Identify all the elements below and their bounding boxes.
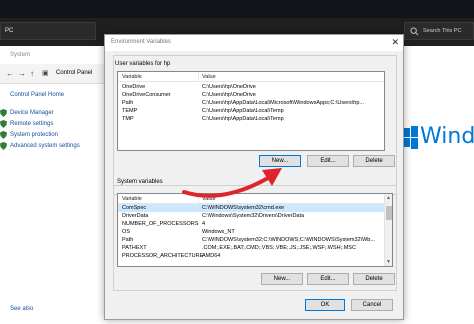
- cell-value: C:\Users\hp\OneDrive: [202, 92, 256, 98]
- cell-value: C:\WINDOWS\system32\cmd.exe: [202, 205, 285, 211]
- system-variables-list[interactable]: Variable Value ComSpec C:\WINDOWS\system3…: [117, 193, 393, 267]
- table-row[interactable]: PATHEXT .COM;.EXE;.BAT;.CMD;.VBS;.VBE;.JS…: [118, 244, 392, 252]
- breadcrumb[interactable]: Control Panel: [56, 70, 92, 76]
- cell-value: C:\WINDOWS\system32;C:\WINDOWS;C:\WINDOW…: [202, 237, 375, 243]
- shield-icon: [0, 120, 7, 128]
- search-input[interactable]: Search This PC: [404, 22, 474, 40]
- system-variables-label: System variables: [115, 179, 165, 185]
- cell-value: AMD64: [202, 253, 221, 259]
- shield-icon: [0, 109, 7, 117]
- annotation-arrow-icon: [182, 168, 282, 198]
- system-edit-button[interactable]: Edit...: [307, 273, 349, 285]
- cell-variable: TMP: [122, 116, 134, 122]
- cell-variable: PROCESSOR_ARCHITECTURE: [122, 253, 204, 259]
- navigation-row: ← → ↑ ▣ Control Panel: [0, 64, 108, 84]
- cell-variable: TEMP: [122, 108, 138, 114]
- cancel-button[interactable]: Cancel: [351, 299, 393, 311]
- table-row[interactable]: TEMP C:\Users\hp\AppData\Local\Temp: [118, 107, 384, 115]
- scrollbar-thumb[interactable]: [386, 206, 392, 220]
- remote-settings-link[interactable]: Remote settings: [0, 120, 54, 128]
- table-row[interactable]: OneDrive C:\Users\hp\OneDrive: [118, 83, 384, 91]
- up-icon[interactable]: ↑: [30, 69, 34, 78]
- table-row[interactable]: PROCESSOR_ARCHITECTURE AMD64: [118, 252, 392, 260]
- shield-icon: [0, 142, 7, 150]
- search-icon: [410, 27, 419, 36]
- link-label: System protection: [10, 132, 59, 138]
- window-title: System: [10, 52, 31, 58]
- table-row[interactable]: Path C:\WINDOWS\system32;C:\WINDOWS;C:\WI…: [118, 236, 392, 244]
- cell-value: C:\Users\hp\AppData\Local\Microsoft\Wind…: [202, 100, 365, 106]
- address-bar[interactable]: PC: [0, 22, 96, 40]
- scroll-up-icon[interactable]: ▲: [386, 195, 391, 201]
- cell-variable: Path: [122, 237, 134, 243]
- table-row[interactable]: Path C:\Users\hp\AppData\Local\Microsoft\…: [118, 99, 384, 107]
- see-also-link[interactable]: See also: [10, 306, 33, 312]
- dialog-title: Environment Variables ✕: [105, 35, 403, 51]
- windows-logo-text: Windo: [420, 124, 474, 149]
- link-label: Device Manager: [10, 110, 54, 116]
- ok-button[interactable]: OK: [305, 299, 345, 311]
- pc-icon: ▣: [42, 70, 49, 77]
- cell-value: C:\Windows\System32\Drivers\DriverData: [202, 213, 305, 219]
- cell-variable: OS: [122, 229, 130, 235]
- user-edit-button[interactable]: Edit...: [307, 155, 349, 167]
- scroll-down-icon[interactable]: ▼: [386, 259, 391, 265]
- table-row[interactable]: NUMBER_OF_PROCESSORS 4: [118, 220, 392, 228]
- list-header: Variable Value: [118, 72, 384, 82]
- column-header-variable[interactable]: Variable: [122, 74, 142, 80]
- system-delete-button[interactable]: Delete: [353, 273, 395, 285]
- link-label: Remote settings: [10, 121, 54, 127]
- device-manager-link[interactable]: Device Manager: [0, 109, 54, 117]
- system-new-button[interactable]: New...: [261, 273, 303, 285]
- table-row[interactable]: ComSpec C:\WINDOWS\system32\cmd.exe: [118, 204, 392, 212]
- cell-variable: Path: [122, 100, 134, 106]
- cell-value: .COM;.EXE;.BAT;.CMD;.VBS;.VBE;.JS;.JSE;.…: [202, 245, 356, 251]
- table-row[interactable]: DriverData C:\Windows\System32\Drivers\Dr…: [118, 212, 392, 220]
- cell-value: 4: [202, 221, 206, 227]
- user-variables-list[interactable]: Variable Value OneDrive C:\Users\hp\OneDr…: [117, 71, 385, 151]
- close-icon[interactable]: ✕: [391, 37, 399, 48]
- cell-value: C:\Users\hp\AppData\Local\Temp: [202, 116, 284, 122]
- table-row[interactable]: OneDriveConsumer C:\Users\hp\OneDrive: [118, 91, 384, 99]
- vertical-scrollbar[interactable]: ▲ ▼: [384, 194, 392, 266]
- user-delete-button[interactable]: Delete: [353, 155, 395, 167]
- system-protection-link[interactable]: System protection: [0, 131, 59, 139]
- advanced-system-settings-link[interactable]: Advanced system settings: [0, 142, 80, 150]
- table-row[interactable]: OS Windows_NT: [118, 228, 392, 236]
- cell-variable: OneDriveConsumer: [122, 92, 171, 98]
- control-panel-home-link[interactable]: Control Panel Home: [10, 92, 64, 98]
- dialog-title-text: Environment Variables: [111, 39, 171, 45]
- forward-icon[interactable]: →: [18, 69, 26, 78]
- cell-variable: ComSpec: [122, 205, 147, 211]
- column-header-value[interactable]: Value: [202, 74, 216, 80]
- cell-variable: DriverData: [122, 213, 149, 219]
- user-variables-label: User variables for hp: [115, 61, 171, 67]
- back-icon[interactable]: ←: [6, 69, 14, 78]
- search-placeholder: Search This PC: [423, 28, 462, 34]
- cell-value: C:\Users\hp\OneDrive: [202, 84, 256, 90]
- cell-variable: NUMBER_OF_PROCESSORS: [122, 221, 199, 227]
- cell-value: Windows_NT: [202, 229, 235, 235]
- cell-variable: PATHEXT: [122, 245, 147, 251]
- link-label: Advanced system settings: [10, 143, 80, 149]
- cell-variable: OneDrive: [122, 84, 146, 90]
- table-row[interactable]: TMP C:\Users\hp\AppData\Local\Temp: [118, 115, 384, 123]
- shield-icon: [0, 131, 7, 139]
- title-bar: [0, 0, 474, 18]
- cell-value: C:\Users\hp\AppData\Local\Temp: [202, 108, 284, 114]
- column-header-variable[interactable]: Variable: [122, 196, 142, 202]
